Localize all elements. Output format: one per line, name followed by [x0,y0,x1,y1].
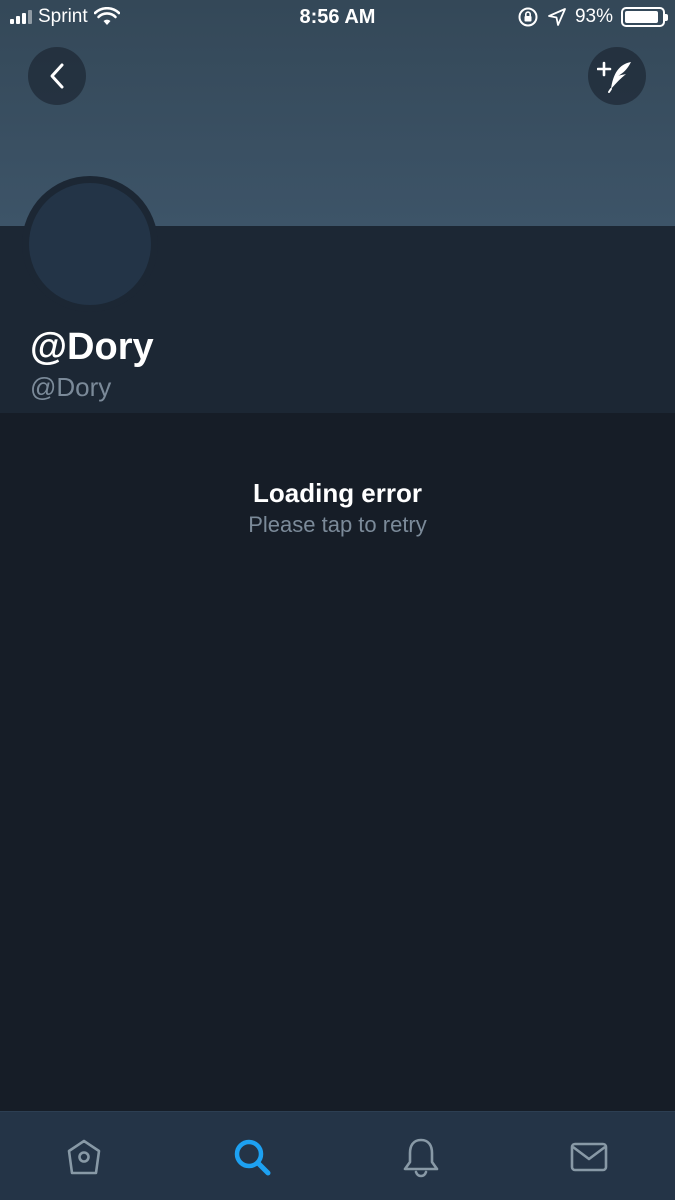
back-button[interactable] [28,47,86,105]
status-bar: Sprint 8:56 AM 93% [0,0,675,40]
tab-home[interactable] [0,1112,168,1200]
home-icon [67,1139,101,1174]
tab-search[interactable] [168,1112,336,1200]
profile-handle: @Dory [30,372,112,402]
avatar-frame [22,176,158,312]
compose-tweet-icon [597,61,631,93]
compose-tweet-button[interactable] [588,47,646,105]
battery-icon [621,7,668,27]
search-icon [234,1139,271,1175]
avatar[interactable] [29,183,151,305]
error-subtitle: Please tap to retry [248,512,427,537]
location-icon [548,8,566,26]
profile-display-name: @Dory [30,326,154,368]
chevron-left-icon [50,63,64,89]
battery-fill [625,11,659,23]
tab-notifications[interactable] [337,1112,505,1200]
battery-percent: 93% [574,6,613,27]
messages-icon [570,1142,608,1171]
notifications-icon [403,1138,439,1177]
error-title: Loading error [252,478,422,508]
status-right: 93% [517,6,668,28]
loading-error-retry[interactable]: Loading error Please tap to retry [0,476,675,540]
tab-messages[interactable] [505,1112,673,1200]
orientation-lock-icon [518,7,538,27]
tab-bar [0,1111,675,1200]
